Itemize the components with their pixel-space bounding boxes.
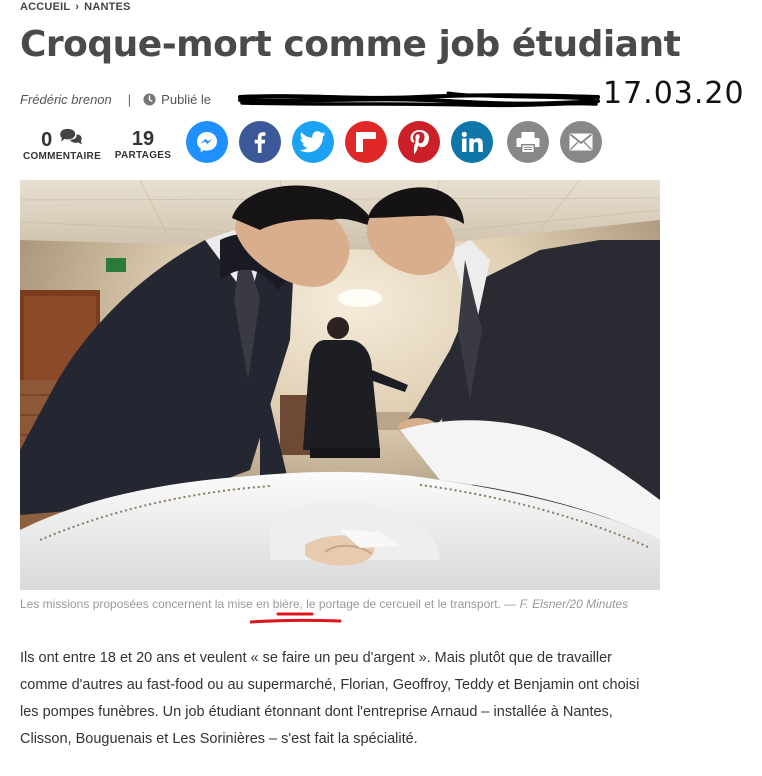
share-facebook-button[interactable] <box>239 121 281 163</box>
twitter-icon <box>300 131 326 153</box>
shares-counter: 19 PARTAGES <box>114 128 172 161</box>
share-twitter-button[interactable] <box>292 121 334 163</box>
flipboard-icon <box>356 132 376 152</box>
author-link[interactable]: Frédéric brenon <box>20 92 112 107</box>
comments-counter[interactable]: 0 COMMENTAIRE <box>20 128 104 162</box>
messenger-icon <box>197 132 217 152</box>
photo-caption: Les missions proposées concernent la mis… <box>20 597 670 612</box>
linkedin-icon <box>461 131 483 152</box>
clock-icon <box>143 92 156 106</box>
shares-count: 19 <box>131 128 155 150</box>
breadcrumb-section-link[interactable]: NANTES <box>84 1 130 13</box>
share-messenger-button[interactable] <box>186 121 228 163</box>
caption-text-before: Les missions proposées concernent la <box>20 597 228 611</box>
article-title: Croque-mort comme job étudiant <box>20 24 681 65</box>
share-email-button[interactable] <box>560 121 602 163</box>
meta-separator: | <box>127 91 132 107</box>
article-body-paragraph: Ils ont entre 18 et 20 ans et veulent « … <box>20 650 640 747</box>
breadcrumb: ACCUEIL › NANTES <box>20 1 131 13</box>
comments-count: 0 <box>41 129 53 151</box>
red-underline-annotation <box>250 612 342 624</box>
caption-text-after: , le portage de cercueil et le transport… <box>299 597 520 611</box>
article-photo <box>20 180 660 590</box>
breadcrumb-home-link[interactable]: ACCUEIL <box>20 1 70 13</box>
facebook-icon <box>254 132 266 153</box>
share-pinterest-button[interactable] <box>398 121 440 163</box>
share-linkedin-button[interactable] <box>451 121 493 163</box>
print-button[interactable] <box>507 121 549 163</box>
breadcrumb-separator: › <box>75 1 80 13</box>
article-meta: Frédéric brenon | Publié le <box>20 90 211 108</box>
redaction-scribble <box>238 91 600 108</box>
comment-bubble-icon <box>60 128 82 145</box>
caption-highlight: mise en bière <box>227 597 300 611</box>
pinterest-icon <box>410 130 429 155</box>
handwritten-date: 17.03.20 <box>603 76 745 111</box>
published-label: Publié le <box>161 91 212 107</box>
shares-label: PARTAGES <box>114 150 172 161</box>
email-icon <box>569 133 593 151</box>
share-flipboard-button[interactable] <box>345 121 387 163</box>
comments-label: COMMENTAIRE <box>22 151 102 162</box>
photo-credit: F. Elsner/20 Minutes <box>519 597 629 611</box>
print-icon <box>516 132 540 152</box>
